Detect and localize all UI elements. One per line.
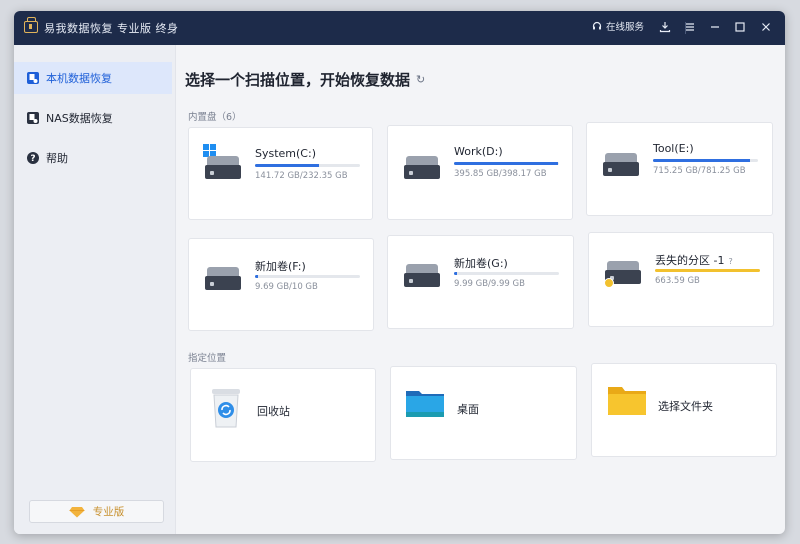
drive-card-g[interactable]: 新加卷(G:) 9.99 GB/9.99 GB	[387, 235, 574, 329]
page-title: 选择一个扫描位置，开始恢复数据 ↻	[185, 69, 425, 90]
online-service-button[interactable]: 在线服务	[592, 19, 644, 33]
hard-drive-icon	[205, 267, 241, 290]
recycle-bin-label: 回收站	[257, 405, 290, 418]
drive-card-d[interactable]: Work(D:) 395.85 GB/398.17 GB	[387, 125, 573, 220]
hard-drive-icon	[404, 156, 440, 179]
drive-usage-bar	[454, 162, 559, 165]
drive-name: 新加卷(G:)	[454, 257, 508, 270]
drive-card-e[interactable]: Tool(E:) 715.25 GB/781.25 GB	[586, 122, 773, 216]
drive-usage-bar	[653, 159, 758, 162]
drive-usage-bar	[255, 275, 360, 278]
diamond-icon	[69, 506, 85, 517]
app-window: 易我数据恢复 专业版 终身 在线服务 本机数据恢复 NAS数据恢复 ? 帮助 专…	[14, 11, 785, 534]
select-folder-card[interactable]: 选择文件夹	[591, 363, 777, 457]
menu-icon	[686, 23, 694, 31]
desktop-card[interactable]: 桌面	[390, 366, 577, 460]
drive-usage-bar	[454, 272, 559, 275]
drive-size: 395.85 GB/398.17 GB	[454, 169, 547, 179]
app-title: 易我数据恢复 专业版 终身	[44, 22, 179, 35]
drive-size: 9.69 GB/10 GB	[255, 282, 318, 292]
drive-usage-fill	[655, 269, 760, 272]
drive-usage-fill	[454, 272, 458, 275]
drive-size: 715.25 GB/781.25 GB	[653, 166, 746, 176]
online-service-label: 在线服务	[606, 22, 645, 33]
desktop-folder-icon	[406, 391, 444, 417]
recycle-bin-icon	[212, 389, 240, 428]
sidebar-item-help[interactable]: ? 帮助	[14, 142, 172, 174]
drive-name: Work(D:)	[454, 145, 503, 158]
drive-size: 663.59 GB	[655, 276, 700, 286]
drive-name: System(C:)	[255, 147, 316, 160]
minimize-icon	[711, 26, 719, 28]
main-content: 选择一个扫描位置，开始恢复数据 ↻ 内置盘（6） System(C:) 141.…	[176, 45, 785, 534]
drive-usage-bar	[255, 164, 360, 167]
recycle-bin-card[interactable]: 回收站	[190, 368, 376, 462]
specific-location-label: 指定位置	[188, 353, 227, 364]
partition-help-icon[interactable]: ?	[728, 257, 732, 266]
refresh-icon[interactable]: ↻	[416, 73, 425, 86]
sidebar-item-local-recovery[interactable]: 本机数据恢复	[14, 62, 172, 94]
title-bar: 易我数据恢复 专业版 终身 在线服务	[14, 11, 785, 45]
help-icon: ?	[27, 152, 39, 164]
pro-edition-label: 专业版	[92, 506, 125, 518]
sidebar-item-label: NAS数据恢复	[46, 112, 113, 125]
folder-icon	[608, 387, 646, 415]
page-title-text: 选择一个扫描位置，开始恢复数据	[185, 71, 411, 89]
drive-name-row: 丢失的分区 -1?	[655, 252, 733, 268]
download-button[interactable]	[653, 15, 677, 39]
nas-icon	[27, 112, 39, 124]
pro-edition-button[interactable]: 专业版	[29, 500, 164, 523]
drive-usage-bar	[655, 269, 760, 272]
drive-card-lost-partition[interactable]: 丢失的分区 -1? 663.59 GB	[588, 232, 774, 327]
drive-name: 丢失的分区 -1	[655, 254, 725, 267]
hard-drive-icon	[404, 264, 440, 287]
drive-usage-fill	[653, 159, 750, 162]
drive-size: 141.72 GB/232.35 GB	[255, 171, 348, 181]
sidebar: 本机数据恢复 NAS数据恢复 ? 帮助 专业版	[14, 45, 176, 534]
app-logo-icon	[24, 17, 38, 33]
hard-drive-icon	[205, 156, 241, 179]
drive-name: 新加卷(F:)	[255, 260, 306, 273]
drive-card-f[interactable]: 新加卷(F:) 9.69 GB/10 GB	[188, 238, 374, 331]
sidebar-item-nas-recovery[interactable]: NAS数据恢复	[14, 102, 172, 134]
close-icon	[762, 23, 770, 31]
close-button[interactable]	[754, 15, 778, 39]
download-icon	[659, 22, 671, 33]
headset-icon	[592, 21, 602, 30]
sidebar-item-label: 帮助	[46, 152, 68, 165]
hard-drive-icon	[603, 153, 639, 176]
menu-button[interactable]	[678, 15, 702, 39]
internal-drives-label: 内置盘（6）	[188, 112, 242, 123]
maximize-button[interactable]	[728, 15, 752, 39]
maximize-icon	[735, 22, 745, 32]
sidebar-item-label: 本机数据恢复	[46, 72, 112, 85]
lost-partition-warning-icon	[604, 278, 614, 288]
drive-usage-fill	[255, 164, 320, 167]
drive-name: Tool(E:)	[653, 142, 694, 155]
drive-usage-fill	[454, 162, 558, 165]
drive-recovery-icon	[27, 72, 39, 84]
minimize-button[interactable]	[703, 15, 727, 39]
svg-text:?: ?	[30, 154, 35, 164]
drive-card-c[interactable]: System(C:) 141.72 GB/232.35 GB	[188, 127, 373, 220]
drive-usage-fill	[255, 275, 259, 278]
drive-size: 9.99 GB/9.99 GB	[454, 279, 525, 289]
select-folder-label: 选择文件夹	[658, 400, 713, 413]
desktop-label: 桌面	[457, 403, 479, 416]
